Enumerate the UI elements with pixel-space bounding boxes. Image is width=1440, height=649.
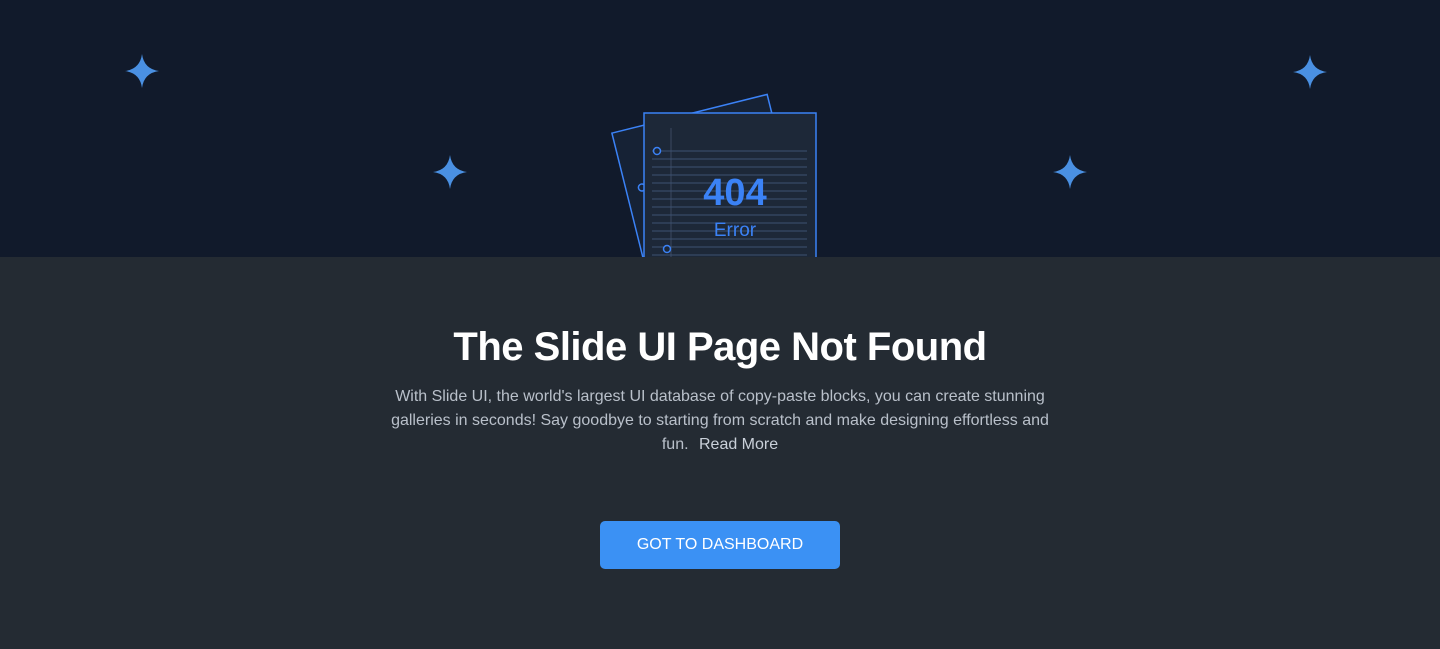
sparkle-icon <box>1053 155 1087 189</box>
go-to-dashboard-button[interactable]: GOT TO DASHBOARD <box>600 521 840 569</box>
not-found-page: 404 Error The Slide UI Page Not Found Wi… <box>0 0 1440 649</box>
page-title: The Slide UI Page Not Found <box>453 325 987 369</box>
hero-section: 404 Error <box>0 0 1440 257</box>
read-more-link[interactable]: Read More <box>699 436 778 453</box>
error-code: 404 <box>703 172 766 214</box>
sparkle-icon <box>433 155 467 189</box>
page-description: With Slide UI, the world's largest UI da… <box>390 385 1050 457</box>
sparkle-icon <box>1293 55 1327 89</box>
error-label: Error <box>714 220 757 241</box>
error-document-illustration: 404 Error <box>610 93 817 257</box>
content-section: The Slide UI Page Not Found With Slide U… <box>0 257 1440 649</box>
sparkle-icon <box>125 54 159 88</box>
